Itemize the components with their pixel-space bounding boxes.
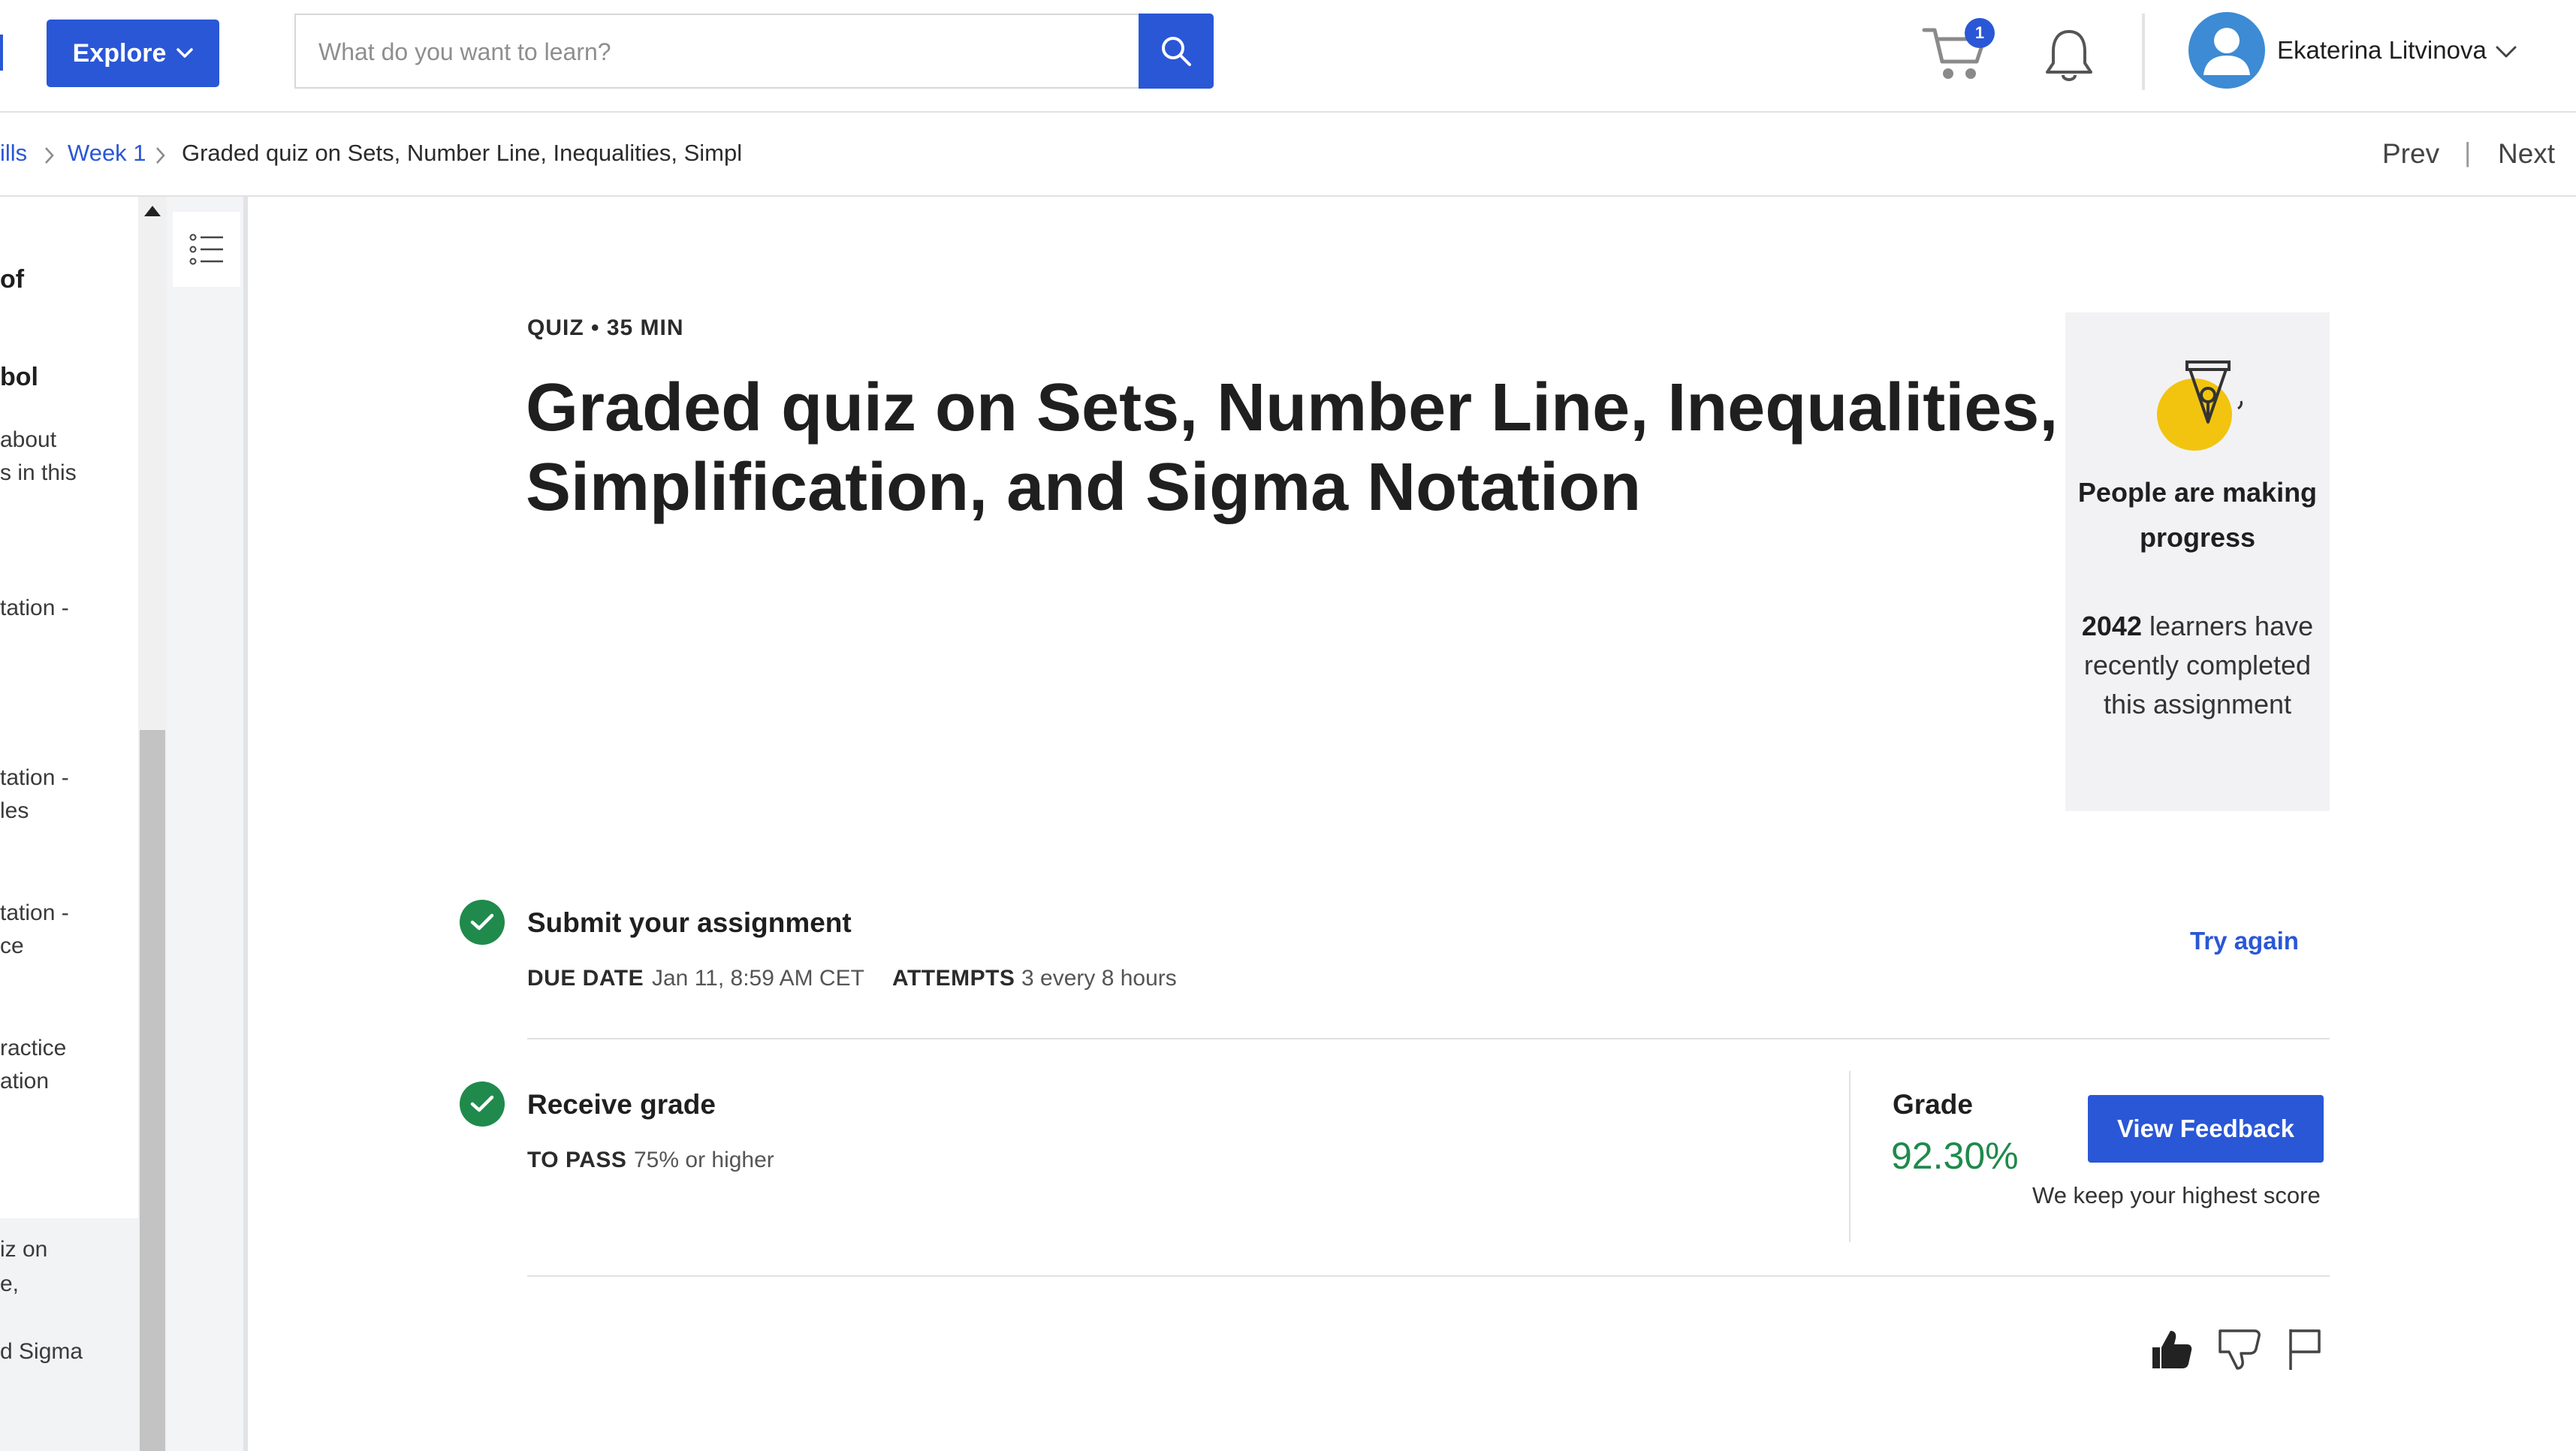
sidebar-item[interactable]: d Sigma [0, 1335, 83, 1368]
sidebar-item[interactable]: tation - [0, 897, 69, 930]
breadcrumb-current: Graded quiz on Sets, Number Line, Inequa… [182, 140, 743, 166]
check-icon [470, 1095, 494, 1112]
explore-label: Explore [72, 38, 167, 68]
sidebar-item[interactable]: of [0, 263, 24, 296]
prev-link[interactable]: Prev [2382, 138, 2439, 170]
sidebar-item[interactable]: tation - [0, 592, 69, 625]
sidebar-scroll-thumb[interactable] [140, 730, 165, 1451]
sidebar-item[interactable]: about [0, 424, 56, 457]
sidebar-item[interactable]: iz on [0, 1233, 47, 1266]
section-divider [527, 1038, 2330, 1039]
page-title: Graded quiz on Sets, Number Line, Inequa… [526, 370, 2059, 525]
quiz-meta: QUIZ • 35 MIN [527, 315, 684, 340]
check-icon [470, 913, 494, 931]
progress-card-heading: People are making progress [2077, 477, 2318, 553]
progress-card-body: 2042 learners have recently completed th… [2073, 607, 2322, 724]
attempts-value: 3 every 8 hours [1021, 966, 1177, 991]
list-icon [189, 234, 223, 265]
due-date-value: Jan 11, 8:59 AM CET [652, 966, 864, 991]
sidebar-item[interactable]: les [0, 795, 29, 828]
sidebar-item[interactable]: ce [0, 930, 24, 963]
chevron-right-icon [156, 147, 165, 164]
avatar-icon [2203, 28, 2250, 75]
sidebar-item[interactable]: e, [0, 1268, 19, 1301]
learners-count: 2042 [2081, 611, 2142, 641]
logo-edge [0, 35, 3, 71]
view-feedback-button[interactable]: View Feedback [2088, 1095, 2324, 1163]
try-again-link[interactable]: Try again [2190, 927, 2299, 955]
search-input[interactable] [317, 15, 1122, 89]
flag-icon[interactable] [2286, 1326, 2324, 1371]
header-divider [2142, 14, 2145, 90]
attempts-label: ATTEMPTS [892, 966, 1015, 991]
user-name[interactable]: Ekaterina Litvinova [2277, 36, 2487, 65]
search-button[interactable] [1139, 14, 1214, 89]
chevron-down-icon[interactable] [2493, 42, 2519, 62]
pen-icon [2157, 360, 2243, 451]
chevron-right-icon [45, 147, 54, 164]
sidebar-item[interactable]: tation - [0, 762, 69, 795]
grade-complete-check [460, 1081, 505, 1127]
receive-grade-title: Receive grade [527, 1089, 716, 1120]
highest-score-note: We keep your highest score [2032, 1182, 2321, 1208]
toc-column [167, 197, 248, 1451]
grade-label: Grade [1893, 1089, 1973, 1120]
thumbs-up-icon[interactable] [2149, 1326, 2193, 1371]
chevron-down-icon [176, 48, 194, 58]
scroll-up-arrow-icon[interactable] [144, 206, 161, 216]
toggle-outline-button[interactable] [173, 212, 240, 287]
due-date-label: DUE DATE [527, 966, 644, 991]
submit-assignment-title: Submit your assignment [527, 907, 852, 938]
submit-complete-check [460, 900, 505, 945]
sidebar-item[interactable]: bol [0, 360, 38, 394]
search-icon [1162, 37, 1191, 66]
grade-value: 92.30% [1891, 1135, 2019, 1177]
sidebar-item[interactable]: s in this [0, 457, 77, 490]
cart-count-badge: 1 [1965, 18, 1995, 48]
to-pass-value: 75% or higher [634, 1148, 774, 1172]
prev-next-divider: | [2464, 137, 2472, 167]
breadcrumb-link-week[interactable]: Week 1 [68, 140, 146, 167]
to-pass-label: TO PASS [527, 1148, 627, 1172]
sidebar-item[interactable]: ation [0, 1065, 49, 1098]
breadcrumb-link[interactable]: ills [0, 140, 27, 167]
next-link[interactable]: Next [2498, 138, 2555, 170]
section-divider [527, 1275, 2330, 1277]
grade-divider [1849, 1071, 1851, 1242]
bell-icon[interactable] [2043, 27, 2095, 84]
sidebar-item[interactable]: ractice [0, 1032, 66, 1065]
search-field[interactable] [294, 14, 1140, 89]
avatar[interactable] [2188, 12, 2265, 89]
thumbs-down-icon[interactable] [2217, 1326, 2261, 1371]
explore-button[interactable]: Explore [47, 20, 219, 87]
